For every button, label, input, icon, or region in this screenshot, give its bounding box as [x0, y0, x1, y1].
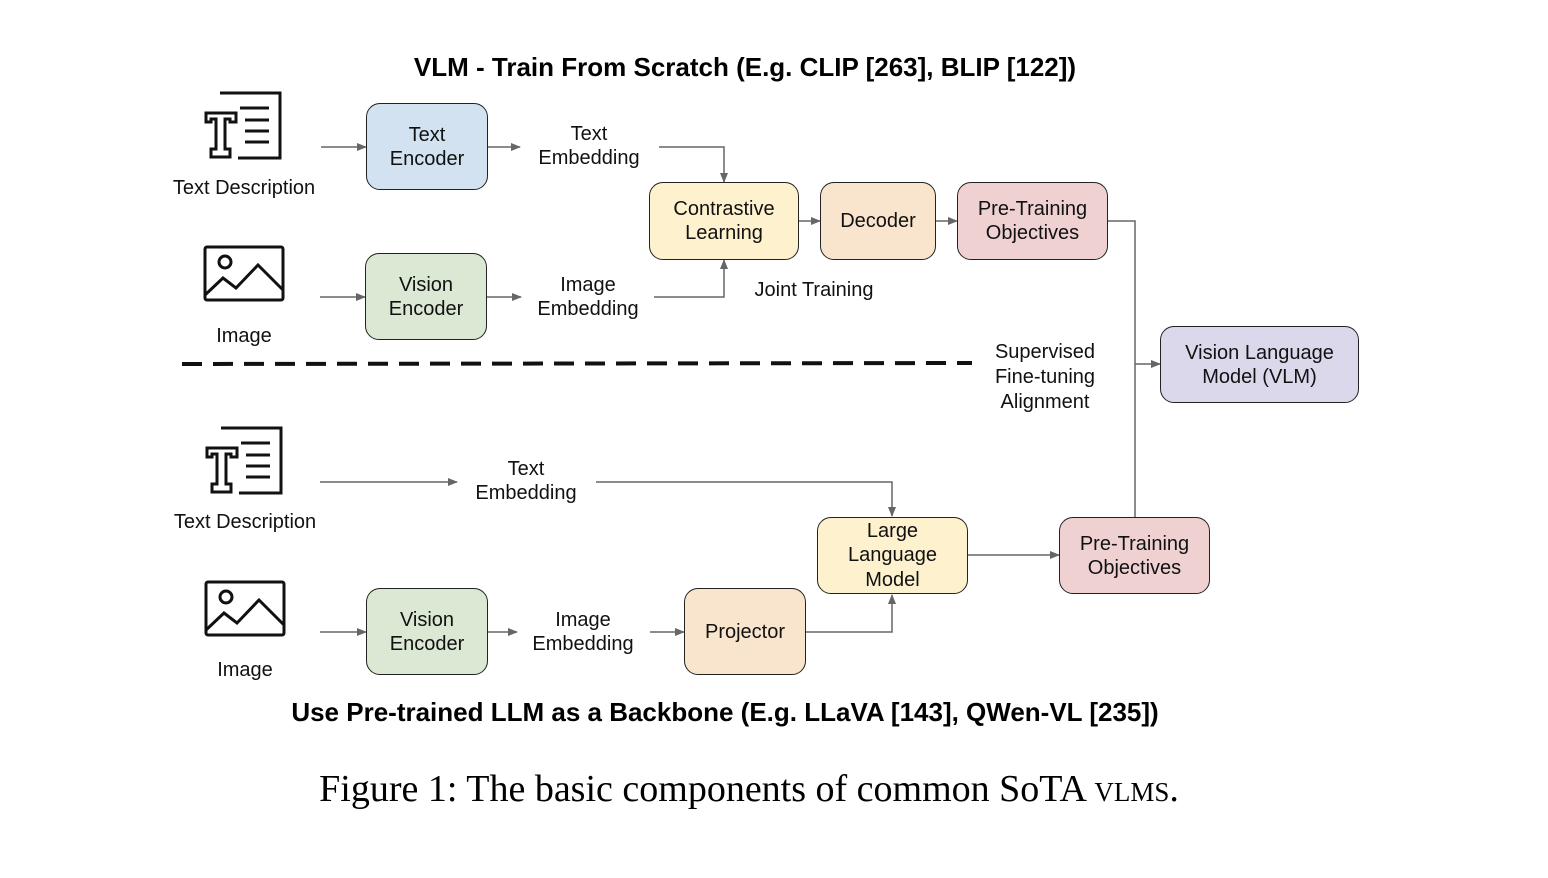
pretraining-objectives-box-bottom: Pre-Training Objectives — [1059, 517, 1210, 594]
llm-label: Large Language Model — [848, 519, 937, 591]
vlm-label: Vision Language Model (VLM) — [1185, 341, 1334, 388]
text-document-icon-bottom — [205, 426, 283, 495]
pretraining-objectives-label-top: Pre-Training Objectives — [977, 198, 1088, 244]
pretraining-objectives-box-top: Pre-Training Objectives — [957, 182, 1108, 260]
alignment-label: Supervised Fine-tuning Alignment — [994, 341, 1096, 413]
contrastive-learning-box: Contrastive Learning — [649, 182, 799, 260]
image-label-bottom: Image — [217, 659, 273, 681]
text-encoder-box: Text Encoder — [366, 103, 488, 190]
text-description-label: Text Description — [172, 177, 316, 199]
contrastive-learning-label: Contrastive Learning — [673, 198, 775, 244]
text-embedding-label-top: Text Embedding — [538, 123, 640, 169]
text-embedding-label-bottom: Text Embedding — [475, 458, 577, 504]
vision-encoder-label-bottom: Vision Encoder — [389, 608, 465, 655]
decoder-box: Decoder — [820, 182, 936, 260]
vision-encoder-box-bottom: Vision Encoder — [366, 588, 488, 675]
caption-smallcaps: vlms — [1094, 768, 1170, 810]
text-description-label-bottom: Text Description — [173, 511, 317, 533]
image-icon — [203, 245, 285, 302]
pretraining-objectives-label-bottom: Pre-Training Objectives — [1079, 532, 1190, 579]
figure-caption: Figure 1: The basic components of common… — [319, 767, 1179, 811]
decoder-label: Decoder — [840, 210, 916, 232]
arrow-imageembedding-to-contrastive — [654, 259, 728, 298]
line-pretraining-top-to-spine — [1108, 220, 1136, 517]
arrow-textembedding-to-contrastive — [659, 146, 728, 183]
image-label: Image — [216, 325, 272, 347]
caption-text: Figure 1: The basic components of common… — [319, 768, 1095, 810]
arrow-textembedding-to-llm — [596, 481, 896, 517]
joint-training-label: Joint Training — [754, 279, 874, 301]
bottom-section-title: Use Pre-trained LLM as a Backbone (E.g. … — [291, 697, 1159, 727]
caption-suffix: . — [1169, 768, 1179, 810]
text-encoder-label: Text Encoder — [389, 123, 465, 170]
top-section-title: VLM - Train From Scratch (E.g. CLIP [263… — [413, 52, 1077, 82]
text-document-icon — [204, 91, 282, 160]
arrow-projector-to-llm — [806, 594, 896, 633]
vlm-box: Vision Language Model (VLM) — [1160, 326, 1359, 403]
vision-encoder-box: Vision Encoder — [365, 253, 487, 340]
projector-box: Projector — [684, 588, 806, 675]
projector-label: Projector — [704, 620, 786, 643]
image-embedding-label-bottom: Image Embedding — [532, 609, 634, 655]
section-divider — [181, 361, 973, 366]
image-embedding-label-top: Image Embedding — [537, 274, 639, 320]
image-icon-bottom — [204, 580, 286, 637]
vision-encoder-label: Vision Encoder — [388, 273, 464, 320]
llm-box: Large Language Model — [817, 517, 968, 594]
